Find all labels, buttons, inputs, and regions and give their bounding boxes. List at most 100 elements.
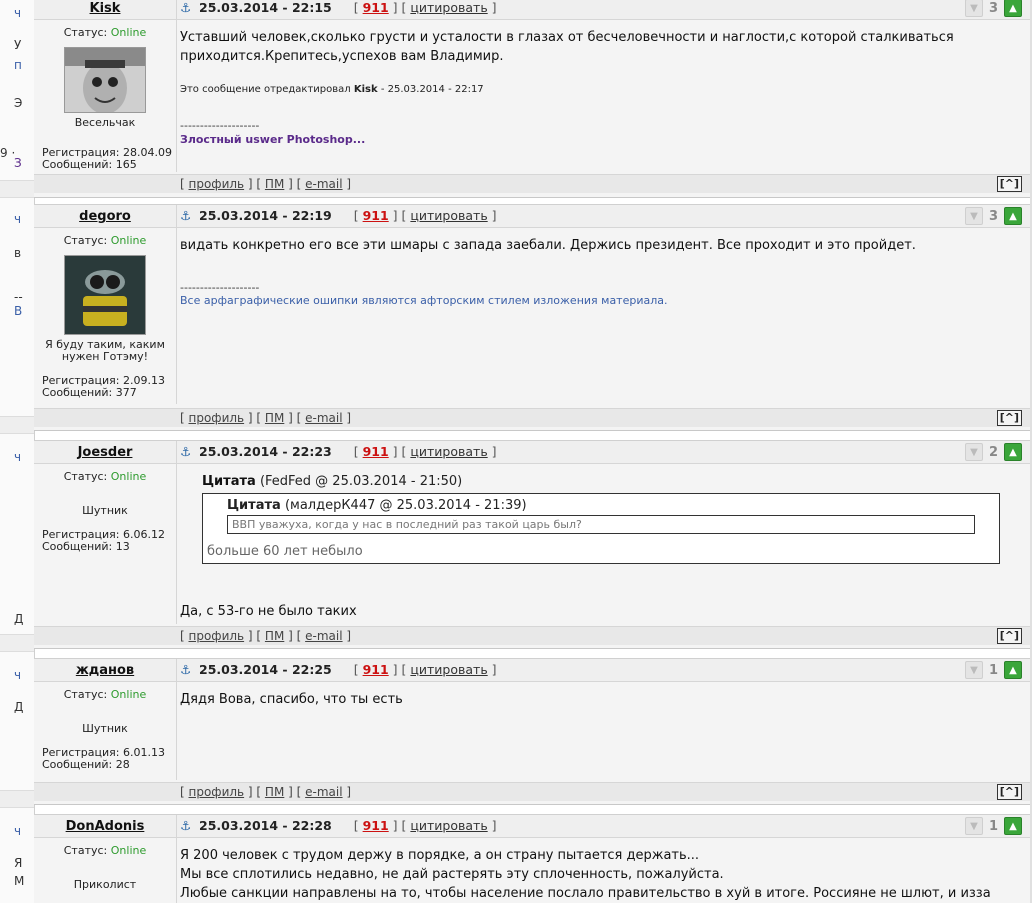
email-link[interactable]: e-mail — [305, 177, 342, 191]
quote-link[interactable]: цитировать — [410, 0, 487, 15]
msg-count: 165 — [115, 158, 137, 171]
anchor-icon[interactable]: ⚓ — [180, 659, 193, 681]
forum-post: жданов ⚓ 25.03.2014 - 22:25 [ 911 ] [ цит… — [34, 658, 1030, 805]
edit-note: Это сообщение отредактировал Kisk - 25.0… — [180, 84, 484, 95]
status-online: Online — [110, 688, 147, 701]
thumbs-down-icon[interactable]: ▼ — [964, 207, 983, 225]
thumbs-down-icon[interactable]: ▼ — [964, 443, 983, 461]
avatar — [64, 255, 146, 335]
author-link[interactable]: Joesder — [78, 445, 133, 460]
thumbs-up-icon[interactable]: ▲ — [1004, 443, 1022, 461]
post-meta: ⚓ 25.03.2014 - 22:28 [ 911 ] [ цитировать… — [180, 815, 497, 837]
post-text: видать конкретно его все эти шмары с зап… — [180, 238, 916, 253]
report-911-link[interactable]: 911 — [363, 818, 389, 833]
report-911-link[interactable]: 911 — [363, 444, 389, 459]
rating-value: 3 — [988, 0, 998, 16]
post-body: видать конкретно его все эти шмары с зап… — [180, 236, 1010, 308]
author-link[interactable]: degoro — [79, 209, 131, 224]
bg-row-bar — [0, 790, 34, 808]
post-body: Да, с 53-го не было таких — [180, 602, 1010, 621]
rating-widget: ▼ 3 ▲ — [964, 207, 1022, 225]
thumbs-down-icon[interactable]: ▼ — [964, 817, 983, 835]
bg-fragment: в — [14, 246, 22, 260]
rating-value: 2 — [988, 444, 998, 460]
user-stats: Регистрация: 6.01.13 Сообщений: 28 — [42, 746, 165, 771]
post-footer: [ профиль ] [ ПМ ] [ e-mail ] [^] — [34, 174, 1030, 193]
post-header: жданов ⚓ 25.03.2014 - 22:25 [ 911 ] [ цит… — [34, 658, 1030, 682]
quote-link[interactable]: цитировать — [410, 662, 487, 677]
signature-separator: -------------------- — [180, 119, 260, 132]
scroll-top-button[interactable]: [^] — [996, 410, 1022, 426]
status-line: Статус: Online — [63, 470, 147, 483]
post-date: 25.03.2014 - 22:19 — [199, 208, 332, 223]
author-sidebar: Статус: Online Шутник Регистрация: 6.06.… — [34, 464, 177, 624]
email-link[interactable]: e-mail — [305, 785, 342, 799]
bg-fragment: З — [14, 156, 22, 170]
report-911-link[interactable]: 911 — [363, 208, 389, 223]
anchor-icon[interactable]: ⚓ — [180, 205, 193, 227]
user-rank: Приколист — [73, 878, 137, 891]
thumbs-up-icon[interactable]: ▲ — [1004, 207, 1022, 225]
background-window-strip: ч У п Э 9 · З ч в -- В ч Д ч Д ч Я М — [0, 0, 35, 903]
author-sidebar: Статус: Online Весельчак Регистрация: 28… — [34, 20, 177, 172]
post-meta: ⚓ 25.03.2014 - 22:15 [ 911 ] [ цитировать… — [180, 0, 497, 19]
anchor-icon[interactable]: ⚓ — [180, 441, 193, 463]
quote-link[interactable]: цитировать — [410, 444, 487, 459]
thumbs-down-icon[interactable]: ▼ — [964, 0, 983, 17]
post-date: 25.03.2014 - 22:28 — [199, 818, 332, 833]
post-text: Любые санкции направлены на то, чтобы на… — [180, 886, 991, 901]
post-body: Дядя Вова, спасибо, что ты есть — [180, 690, 1010, 709]
bg-row-bar — [0, 416, 34, 434]
pm-link[interactable]: ПМ — [265, 629, 284, 643]
rating-value: 3 — [988, 208, 998, 224]
bg-fragment: ч — [14, 824, 22, 838]
bg-fragment: Я — [14, 856, 23, 870]
quote-block: Цитата (FedFed @ 25.03.2014 - 21:50) Цит… — [202, 474, 1030, 564]
post-text: Мы все сплотились недавно, не дай растер… — [180, 867, 724, 882]
scroll-top-button[interactable]: [^] — [996, 628, 1022, 644]
bg-fragment: М — [14, 874, 25, 888]
forum-post: Kisk ⚓ 25.03.2014 - 22:15 [ 911 ] [ цитир… — [34, 0, 1030, 198]
status-online: Online — [110, 470, 147, 483]
author-link[interactable]: DonAdonis — [66, 819, 145, 834]
thumbs-up-icon[interactable]: ▲ — [1004, 661, 1022, 679]
email-link[interactable]: e-mail — [305, 411, 342, 425]
post-text: Дядя Вова, спасибо, что ты есть — [180, 692, 403, 707]
post-text: Уставший человек,сколько грусти и устало… — [180, 30, 954, 45]
post-text: приходится.Крепитесь,успехов вам Владими… — [180, 49, 504, 64]
pm-link[interactable]: ПМ — [265, 411, 284, 425]
profile-link[interactable]: профиль — [189, 785, 245, 799]
profile-link[interactable]: профиль — [189, 177, 245, 191]
post-date: 25.03.2014 - 22:15 — [199, 0, 332, 15]
anchor-icon[interactable]: ⚓ — [180, 815, 193, 837]
email-link[interactable]: e-mail — [305, 629, 342, 643]
scroll-top-button[interactable]: [^] — [996, 784, 1022, 800]
user-rank: Я буду таким, каким нужен Готэму! — [45, 338, 165, 363]
rating-widget: ▼ 1 ▲ — [964, 817, 1022, 835]
post-date: 25.03.2014 - 22:25 — [199, 662, 332, 677]
quote-header: Цитата (FedFed @ 25.03.2014 - 21:50) — [202, 474, 463, 489]
quote-link[interactable]: цитировать — [410, 818, 487, 833]
quote-box: Цитата (малдерК447 @ 25.03.2014 - 21:39)… — [202, 493, 1000, 564]
pm-link[interactable]: ПМ — [265, 785, 284, 799]
bg-fragment: 9 · — [0, 146, 16, 160]
profile-link[interactable]: профиль — [189, 629, 245, 643]
pm-link[interactable]: ПМ — [265, 177, 284, 191]
status-line: Статус: Online — [63, 234, 147, 247]
thumbs-up-icon[interactable]: ▲ — [1004, 0, 1022, 17]
bg-fragment: Д — [14, 700, 24, 714]
anchor-icon[interactable]: ⚓ — [180, 0, 193, 19]
quote-link[interactable]: цитировать — [410, 208, 487, 223]
scroll-top-button[interactable]: [^] — [996, 176, 1022, 192]
profile-link[interactable]: профиль — [189, 411, 245, 425]
author-link[interactable]: жданов — [76, 663, 134, 678]
post-date: 25.03.2014 - 22:23 — [199, 444, 332, 459]
post-text: Да, с 53-го не было таких — [180, 604, 357, 619]
post-meta: ⚓ 25.03.2014 - 22:23 [ 911 ] [ цитировать… — [180, 441, 497, 463]
thumbs-up-icon[interactable]: ▲ — [1004, 817, 1022, 835]
author-link[interactable]: Kisk — [90, 1, 121, 16]
report-911-link[interactable]: 911 — [363, 662, 389, 677]
report-911-link[interactable]: 911 — [363, 0, 389, 15]
thumbs-down-icon[interactable]: ▼ — [964, 661, 983, 679]
rating-widget: ▼ 1 ▲ — [964, 661, 1022, 679]
